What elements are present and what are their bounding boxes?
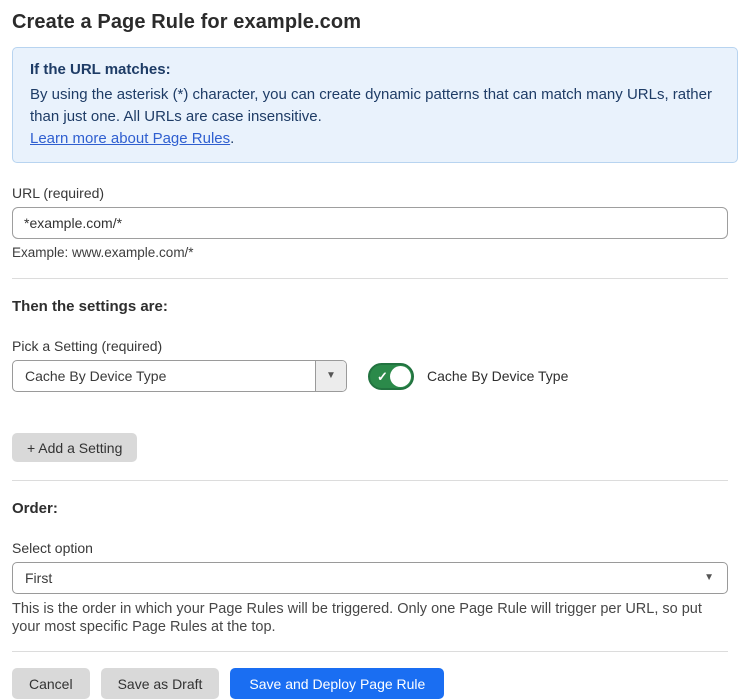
url-input[interactable]	[12, 207, 728, 239]
info-box-heading: If the URL matches:	[30, 59, 720, 81]
url-match-info-box: If the URL matches: By using the asteris…	[12, 47, 738, 163]
setting-select-value: Cache By Device Type	[13, 361, 315, 391]
setting-select-arrow-button[interactable]: ▼	[315, 361, 346, 391]
settings-section-heading: Then the settings are:	[12, 298, 738, 316]
divider	[12, 480, 728, 481]
learn-more-link[interactable]: Learn more about Page Rules	[30, 130, 230, 147]
divider	[12, 278, 728, 279]
cache-by-device-type-toggle[interactable]: ✓	[368, 363, 414, 390]
url-field-label: URL (required)	[12, 185, 738, 201]
toggle-label: Cache By Device Type	[427, 368, 568, 384]
footer-actions: Cancel Save as Draft Save and Deploy Pag…	[12, 668, 738, 699]
cancel-button[interactable]: Cancel	[12, 668, 90, 699]
chevron-down-icon: ▼	[704, 573, 714, 583]
toggle-knob	[390, 366, 411, 387]
add-setting-button[interactable]: + Add a Setting	[12, 433, 137, 462]
check-icon: ✓	[377, 369, 388, 384]
chevron-down-icon: ▼	[326, 371, 336, 381]
link-period: .	[230, 130, 234, 147]
page-title: Create a Page Rule for example.com	[12, 8, 738, 36]
order-select[interactable]: First ▼	[12, 562, 728, 594]
pick-setting-label: Pick a Setting (required)	[12, 338, 738, 354]
info-box-link-line: Learn more about Page Rules.	[30, 128, 720, 150]
divider	[12, 651, 728, 652]
save-as-draft-button[interactable]: Save as Draft	[101, 668, 220, 699]
save-and-deploy-button[interactable]: Save and Deploy Page Rule	[230, 668, 444, 699]
setting-select[interactable]: Cache By Device Type ▼	[12, 360, 347, 392]
order-select-label: Select option	[12, 540, 738, 556]
setting-row: Cache By Device Type ▼ ✓ Cache By Device…	[12, 360, 738, 392]
info-box-body: By using the asterisk (*) character, you…	[30, 84, 720, 128]
order-section-heading: Order:	[12, 500, 738, 518]
url-example-hint: Example: www.example.com/*	[12, 245, 738, 260]
order-help-text: This is the order in which your Page Rul…	[12, 600, 728, 636]
order-select-value: First	[13, 563, 727, 593]
